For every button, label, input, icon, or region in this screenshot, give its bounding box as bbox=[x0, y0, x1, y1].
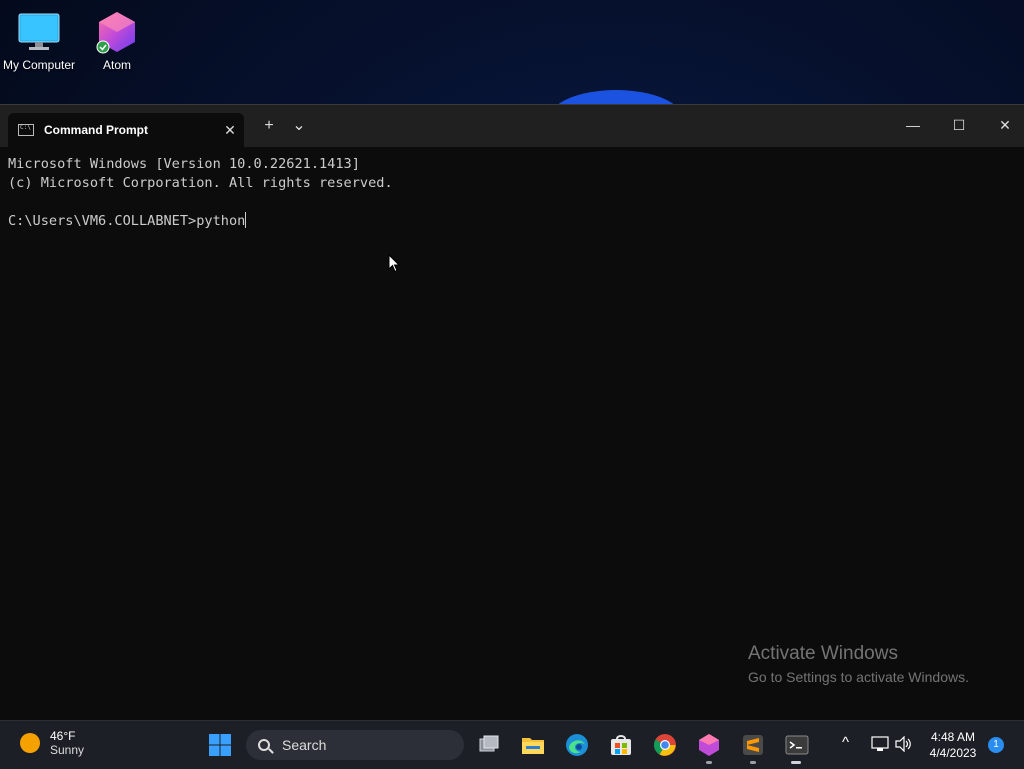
running-indicator bbox=[706, 761, 712, 764]
tray-overflow-chevron[interactable]: ^ bbox=[842, 734, 849, 751]
tab-command-prompt[interactable]: Command Prompt ✕ bbox=[8, 113, 244, 147]
clock-time: 4:48 AM bbox=[930, 730, 976, 744]
close-button[interactable]: ✕ bbox=[982, 111, 1024, 139]
search-label: Search bbox=[282, 737, 327, 753]
terminal-line: C:\Users\VM6.COLLABNET>python bbox=[8, 213, 246, 229]
file-explorer-icon[interactable] bbox=[521, 733, 545, 757]
edge-browser-icon[interactable] bbox=[565, 733, 589, 757]
sun-icon bbox=[20, 733, 40, 753]
desktop-icon-label: My Computer bbox=[2, 58, 76, 72]
minimize-button[interactable]: — bbox=[890, 111, 936, 139]
desktop-icon-my-computer[interactable]: My Computer bbox=[0, 8, 78, 72]
monitor-icon bbox=[17, 10, 61, 54]
tab-title: Command Prompt bbox=[44, 123, 149, 137]
terminal-taskbar-icon[interactable] bbox=[785, 733, 809, 757]
taskbar: 46°F Sunny Search ^ 4:48 AM 4/4/2023 1 bbox=[0, 720, 1024, 769]
title-bar[interactable]: Command Prompt ✕ + ⌄ — ☐ ✕ bbox=[0, 105, 1024, 147]
desktop-icon-label: Atom bbox=[102, 58, 131, 72]
tab-close-button[interactable]: ✕ bbox=[216, 122, 244, 139]
terminal-line: (c) Microsoft Corporation. All rights re… bbox=[8, 175, 393, 191]
weather-desc: Sunny bbox=[50, 743, 85, 757]
weather-temp: 46°F bbox=[50, 729, 76, 743]
terminal-line: ​ bbox=[8, 193, 1016, 212]
taskbar-search[interactable]: Search bbox=[246, 730, 464, 760]
windows-start-icon[interactable] bbox=[208, 733, 232, 757]
task-view-icon[interactable] bbox=[477, 733, 501, 757]
clock-date: 4/4/2023 bbox=[929, 746, 977, 760]
maximize-button[interactable]: ☐ bbox=[936, 111, 982, 139]
mouse-pointer-icon bbox=[388, 254, 400, 273]
notification-badge[interactable]: 1 bbox=[988, 737, 1004, 753]
atom-taskbar-icon[interactable] bbox=[697, 733, 721, 757]
running-indicator bbox=[750, 761, 756, 764]
terminal-line: Microsoft Windows [Version 10.0.22621.14… bbox=[8, 156, 360, 172]
search-icon bbox=[258, 739, 270, 751]
weather-widget[interactable]: 46°F Sunny bbox=[20, 729, 84, 757]
terminal-window[interactable]: Command Prompt ✕ + ⌄ — ☐ ✕ Microsoft Win… bbox=[0, 104, 1024, 720]
network-icon[interactable] bbox=[871, 736, 889, 752]
chrome-browser-icon[interactable] bbox=[653, 733, 677, 757]
new-tab-button[interactable]: + bbox=[258, 117, 280, 135]
sublime-text-icon[interactable] bbox=[741, 733, 765, 757]
terminal-prompt-line[interactable]: C:\Users\VM6.COLLABNET>python bbox=[8, 212, 1016, 231]
microsoft-store-icon[interactable] bbox=[609, 733, 633, 757]
desktop-icon-atom[interactable]: Atom bbox=[78, 8, 156, 72]
atom-app-icon bbox=[95, 10, 139, 54]
cmd-icon bbox=[18, 124, 34, 136]
tab-dropdown-button[interactable]: ⌄ bbox=[288, 115, 310, 135]
activation-watermark: Activate Windows Go to Settings to activ… bbox=[748, 643, 969, 685]
volume-icon[interactable] bbox=[895, 736, 913, 752]
watermark-title: Activate Windows bbox=[748, 643, 898, 664]
running-indicator-active bbox=[791, 761, 801, 764]
terminal-output[interactable]: Microsoft Windows [Version 10.0.22621.14… bbox=[0, 147, 1024, 239]
watermark-subtitle: Go to Settings to activate Windows. bbox=[748, 669, 969, 685]
text-caret bbox=[245, 212, 247, 228]
system-clock[interactable]: 4:48 AM 4/4/2023 bbox=[922, 729, 984, 761]
